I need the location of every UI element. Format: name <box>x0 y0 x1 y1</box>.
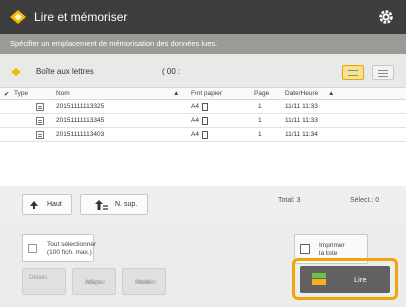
page-title: Lire et mémoriser <box>34 10 128 24</box>
read-button[interactable]: Lire <box>300 266 390 293</box>
portrait-paper-icon <box>202 131 208 139</box>
row-paper: A4 <box>191 103 199 110</box>
display-image-label-2: image <box>85 280 102 286</box>
select-check-icon[interactable]: ✔ <box>4 90 9 98</box>
column-name[interactable]: Nom <box>56 90 70 97</box>
row-paper: A4 <box>191 117 199 124</box>
portrait-paper-icon <box>202 103 208 111</box>
print-list-label-1: Imprimer <box>319 242 345 249</box>
document-icon <box>36 117 44 125</box>
up-level-button[interactable]: N. sup. <box>80 194 148 215</box>
up-level-icon <box>95 200 108 210</box>
select-all-limit: (100 fich. max.) <box>47 249 92 256</box>
details-label: Détails <box>29 275 48 281</box>
column-type[interactable]: Type <box>14 90 28 97</box>
row-datetime: 11/11 11:34 <box>285 131 318 138</box>
edit-file-button[interactable]: Modifier fichier <box>122 268 166 295</box>
print-list-label-2: la liste <box>319 250 338 257</box>
column-paper-size[interactable]: Fmt papier <box>191 90 222 97</box>
row-datetime: 11/11 11:33 <box>285 103 318 110</box>
document-icon <box>36 131 44 139</box>
table-row[interactable]: 20151111113325 A4 1 11/11 11:33 <box>0 100 406 114</box>
table-row[interactable]: 20151111113345 A4 1 11/11 11:33 <box>0 114 406 128</box>
column-pages[interactable]: Page <box>254 90 269 97</box>
row-pages: 1 <box>258 117 262 124</box>
instruction-bar: Spécifier un emplacement de mémorisation… <box>0 34 406 54</box>
select-all-button[interactable]: Tout sélectionner (100 fich. max.) <box>22 234 97 262</box>
total-count: Total: 3 <box>278 197 301 204</box>
display-image-button[interactable]: Afficher image <box>72 268 116 295</box>
row-pages: 1 <box>258 103 262 110</box>
edit-file-label-2: fichier <box>135 280 152 286</box>
mailbox-icon <box>11 68 21 76</box>
read-button-highlight: Lire <box>292 258 398 300</box>
location-label: Boîte aux lettres <box>36 67 94 76</box>
row-datetime: 11/11 11:33 <box>285 117 318 124</box>
read-button-label: Lire <box>354 275 367 284</box>
file-count: ( 00 : <box>162 67 181 76</box>
sort-icon: ▲ <box>328 90 335 97</box>
select-all-checkbox <box>28 244 37 253</box>
thumbnail-view-button[interactable] <box>372 65 394 80</box>
sort-asc-icon: ▲ <box>173 90 180 97</box>
row-paper: A4 <box>191 131 199 138</box>
column-datetime[interactable]: Date/Heure <box>285 90 318 97</box>
navigation-bar: Haut N. sup. Total: 3 Sélect.: 0 <box>0 186 406 224</box>
selected-count: Sélect.: 0 <box>350 197 380 204</box>
title-bar: Lire et mémoriser <box>0 0 406 34</box>
list-view-button[interactable] <box>342 65 364 80</box>
up-arrow-icon <box>30 201 38 209</box>
instruction-text: Spécifier un emplacement de mémorisation… <box>10 39 218 48</box>
details-button[interactable]: Détails <box>22 268 66 295</box>
scan-read-icon <box>312 273 326 285</box>
gear-icon[interactable] <box>377 8 395 26</box>
read-and-store-icon <box>10 10 26 24</box>
row-name: 20151111113345 <box>56 117 105 124</box>
location-bar: Boîte aux lettres ( 00 : <box>0 54 406 88</box>
table-row[interactable]: 20151111113403 A4 1 11/11 11:34 <box>0 128 406 142</box>
table-header: ✔ Type Nom ▲ Fmt papier Page Date/Heure … <box>0 88 406 100</box>
action-panel: Tout sélectionner (100 fich. max.) Impri… <box>0 224 406 307</box>
up-button-label: Haut <box>47 201 62 208</box>
row-name: 20151111113403 <box>56 131 105 138</box>
up-button[interactable]: Haut <box>22 194 72 215</box>
up-level-label: N. sup. <box>115 201 138 208</box>
row-name: 20151111113325 <box>56 103 105 110</box>
row-pages: 1 <box>258 131 262 138</box>
print-list-icon <box>300 244 310 254</box>
portrait-paper-icon <box>202 117 208 125</box>
select-all-label: Tout sélectionner <box>47 241 97 248</box>
file-list-empty-area <box>0 142 406 186</box>
document-icon <box>36 103 44 111</box>
